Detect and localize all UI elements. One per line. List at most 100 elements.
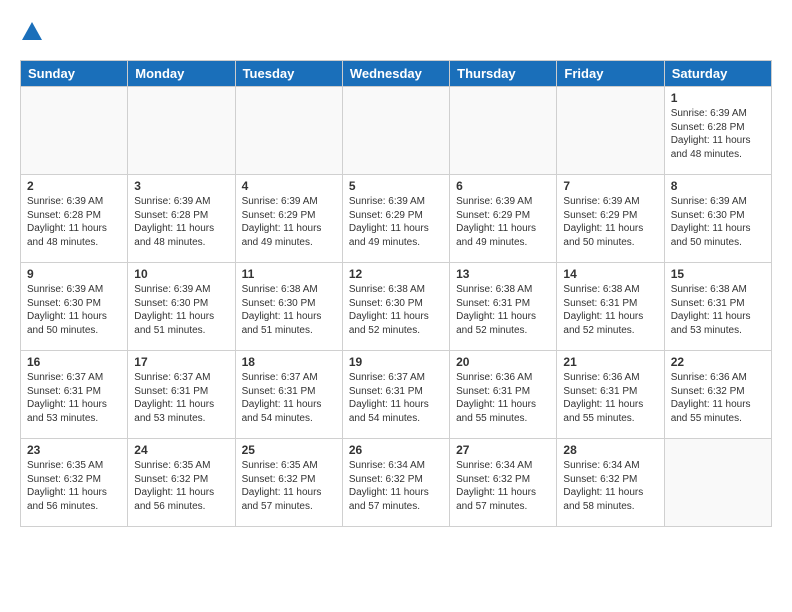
calendar-week-row: 9 Sunrise: 6:39 AM Sunset: 6:30 PM Daylig… <box>21 263 772 351</box>
calendar-cell <box>557 87 664 175</box>
day-info: Sunrise: 6:39 AM Sunset: 6:29 PM Dayligh… <box>563 195 657 249</box>
day-info: Sunrise: 6:39 AM Sunset: 6:29 PM Dayligh… <box>349 195 443 249</box>
day-number: 28 <box>563 443 657 457</box>
calendar-header-tuesday: Tuesday <box>235 61 342 87</box>
calendar-cell: 9 Sunrise: 6:39 AM Sunset: 6:30 PM Daylig… <box>21 263 128 351</box>
calendar-header-friday: Friday <box>557 61 664 87</box>
calendar-cell: 26 Sunrise: 6:34 AM Sunset: 6:32 PM Dayli… <box>342 439 449 527</box>
day-number: 12 <box>349 267 443 281</box>
day-info: Sunrise: 6:34 AM Sunset: 6:32 PM Dayligh… <box>563 459 657 513</box>
calendar-cell <box>450 87 557 175</box>
day-number: 23 <box>27 443 121 457</box>
day-number: 17 <box>134 355 228 369</box>
day-info: Sunrise: 6:38 AM Sunset: 6:31 PM Dayligh… <box>563 283 657 337</box>
day-info: Sunrise: 6:37 AM Sunset: 6:31 PM Dayligh… <box>349 371 443 425</box>
calendar-cell: 13 Sunrise: 6:38 AM Sunset: 6:31 PM Dayli… <box>450 263 557 351</box>
day-number: 25 <box>242 443 336 457</box>
calendar-cell: 8 Sunrise: 6:39 AM Sunset: 6:30 PM Daylig… <box>664 175 771 263</box>
day-number: 20 <box>456 355 550 369</box>
calendar-cell: 10 Sunrise: 6:39 AM Sunset: 6:30 PM Dayli… <box>128 263 235 351</box>
day-info: Sunrise: 6:37 AM Sunset: 6:31 PM Dayligh… <box>242 371 336 425</box>
day-info: Sunrise: 6:38 AM Sunset: 6:31 PM Dayligh… <box>456 283 550 337</box>
day-info: Sunrise: 6:35 AM Sunset: 6:32 PM Dayligh… <box>242 459 336 513</box>
calendar-cell: 20 Sunrise: 6:36 AM Sunset: 6:31 PM Dayli… <box>450 351 557 439</box>
calendar-cell: 24Sunrise: 6:35 AM Sunset: 6:32 PM Dayli… <box>128 439 235 527</box>
day-number: 13 <box>456 267 550 281</box>
calendar-cell: 17 Sunrise: 6:37 AM Sunset: 6:31 PM Dayli… <box>128 351 235 439</box>
calendar-week-row: 16 Sunrise: 6:37 AM Sunset: 6:31 PM Dayli… <box>21 351 772 439</box>
day-info: Sunrise: 6:36 AM Sunset: 6:31 PM Dayligh… <box>456 371 550 425</box>
day-number: 9 <box>27 267 121 281</box>
calendar-cell: 19 Sunrise: 6:37 AM Sunset: 6:31 PM Dayli… <box>342 351 449 439</box>
day-number: 2 <box>27 179 121 193</box>
day-info: Sunrise: 6:39 AM Sunset: 6:29 PM Dayligh… <box>456 195 550 249</box>
calendar-cell: 16 Sunrise: 6:37 AM Sunset: 6:31 PM Dayli… <box>21 351 128 439</box>
day-number: 6 <box>456 179 550 193</box>
calendar-cell <box>128 87 235 175</box>
calendar-header-thursday: Thursday <box>450 61 557 87</box>
logo <box>20 20 48 44</box>
calendar-cell <box>235 87 342 175</box>
header <box>20 20 772 44</box>
calendar-week-row: 23 Sunrise: 6:35 AM Sunset: 6:32 PM Dayli… <box>21 439 772 527</box>
logo-icon <box>20 20 44 44</box>
calendar-cell: 25 Sunrise: 6:35 AM Sunset: 6:32 PM Dayli… <box>235 439 342 527</box>
day-number: 3 <box>134 179 228 193</box>
calendar-cell: 18 Sunrise: 6:37 AM Sunset: 6:31 PM Dayli… <box>235 351 342 439</box>
day-number: 24 <box>134 443 228 457</box>
calendar-cell: 11Sunrise: 6:38 AM Sunset: 6:30 PM Dayli… <box>235 263 342 351</box>
day-number: 5 <box>349 179 443 193</box>
day-number: 18 <box>242 355 336 369</box>
day-number: 7 <box>563 179 657 193</box>
calendar-week-row: 2 Sunrise: 6:39 AM Sunset: 6:28 PM Daylig… <box>21 175 772 263</box>
day-info: Sunrise: 6:39 AM Sunset: 6:30 PM Dayligh… <box>134 283 228 337</box>
calendar-cell: 12 Sunrise: 6:38 AM Sunset: 6:30 PM Dayli… <box>342 263 449 351</box>
day-info: Sunrise: 6:37 AM Sunset: 6:31 PM Dayligh… <box>27 371 121 425</box>
day-info: Sunrise: 6:38 AM Sunset: 6:31 PM Dayligh… <box>671 283 765 337</box>
day-info: Sunrise: 6:39 AM Sunset: 6:28 PM Dayligh… <box>134 195 228 249</box>
day-info: Sunrise: 6:38 AM Sunset: 6:30 PM Dayligh… <box>349 283 443 337</box>
day-info: Sunrise: 6:39 AM Sunset: 6:29 PM Dayligh… <box>242 195 336 249</box>
day-number: 8 <box>671 179 765 193</box>
calendar-table: SundayMondayTuesdayWednesdayThursdayFrid… <box>20 60 772 527</box>
calendar-cell: 15 Sunrise: 6:38 AM Sunset: 6:31 PM Dayli… <box>664 263 771 351</box>
calendar-header-wednesday: Wednesday <box>342 61 449 87</box>
calendar-cell <box>342 87 449 175</box>
calendar-cell: 14 Sunrise: 6:38 AM Sunset: 6:31 PM Dayli… <box>557 263 664 351</box>
day-info: Sunrise: 6:39 AM Sunset: 6:28 PM Dayligh… <box>671 107 765 161</box>
calendar-cell: 1 Sunrise: 6:39 AM Sunset: 6:28 PM Daylig… <box>664 87 771 175</box>
day-info: Sunrise: 6:34 AM Sunset: 6:32 PM Dayligh… <box>456 459 550 513</box>
day-number: 14 <box>563 267 657 281</box>
calendar-cell: 7 Sunrise: 6:39 AM Sunset: 6:29 PM Daylig… <box>557 175 664 263</box>
calendar-header-row: SundayMondayTuesdayWednesdayThursdayFrid… <box>21 61 772 87</box>
day-number: 26 <box>349 443 443 457</box>
calendar-cell: 2 Sunrise: 6:39 AM Sunset: 6:28 PM Daylig… <box>21 175 128 263</box>
day-number: 22 <box>671 355 765 369</box>
day-info: Sunrise: 6:34 AM Sunset: 6:32 PM Dayligh… <box>349 459 443 513</box>
day-info: Sunrise: 6:36 AM Sunset: 6:31 PM Dayligh… <box>563 371 657 425</box>
calendar-cell: 23Sunrise: 6:35 AM Sunset: 6:32 PM Dayli… <box>21 439 128 527</box>
calendar-cell: 5 Sunrise: 6:39 AM Sunset: 6:29 PM Daylig… <box>342 175 449 263</box>
day-info: Sunrise: 6:39 AM Sunset: 6:30 PM Dayligh… <box>671 195 765 249</box>
day-info: Sunrise: 6:39 AM Sunset: 6:28 PM Dayligh… <box>27 195 121 249</box>
day-number: 4 <box>242 179 336 193</box>
day-number: 15 <box>671 267 765 281</box>
day-number: 16 <box>27 355 121 369</box>
calendar-cell <box>21 87 128 175</box>
calendar-header-saturday: Saturday <box>664 61 771 87</box>
calendar-cell: 27Sunrise: 6:34 AM Sunset: 6:32 PM Dayli… <box>450 439 557 527</box>
day-number: 1 <box>671 91 765 105</box>
day-number: 10 <box>134 267 228 281</box>
day-info: Sunrise: 6:37 AM Sunset: 6:31 PM Dayligh… <box>134 371 228 425</box>
day-info: Sunrise: 6:39 AM Sunset: 6:30 PM Dayligh… <box>27 283 121 337</box>
day-info: Sunrise: 6:38 AM Sunset: 6:30 PM Dayligh… <box>242 283 336 337</box>
page: SundayMondayTuesdayWednesdayThursdayFrid… <box>0 0 792 612</box>
calendar-header-monday: Monday <box>128 61 235 87</box>
calendar-cell: 4 Sunrise: 6:39 AM Sunset: 6:29 PM Daylig… <box>235 175 342 263</box>
day-number: 19 <box>349 355 443 369</box>
calendar-week-row: 1 Sunrise: 6:39 AM Sunset: 6:28 PM Daylig… <box>21 87 772 175</box>
day-info: Sunrise: 6:36 AM Sunset: 6:32 PM Dayligh… <box>671 371 765 425</box>
day-number: 21 <box>563 355 657 369</box>
calendar-cell: 3 Sunrise: 6:39 AM Sunset: 6:28 PM Daylig… <box>128 175 235 263</box>
calendar-cell: 28 Sunrise: 6:34 AM Sunset: 6:32 PM Dayli… <box>557 439 664 527</box>
